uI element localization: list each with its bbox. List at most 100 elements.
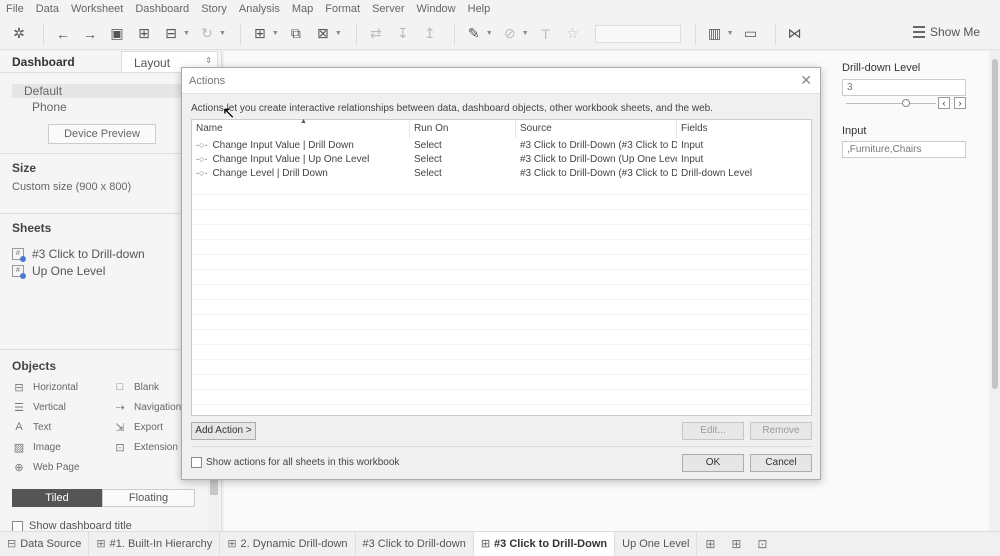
device-preview-button[interactable]: Device Preview	[48, 124, 156, 144]
menu-map[interactable]: Map	[292, 3, 313, 15]
toolbar-separator	[355, 22, 357, 45]
sheet-item[interactable]: # Up One Level	[12, 264, 105, 279]
show-all-checkbox[interactable]	[191, 457, 202, 468]
menu-dashboard[interactable]: Dashboard	[135, 3, 189, 15]
share-icon[interactable]: ⋈	[784, 23, 806, 45]
tab-dashboard[interactable]: Dashboard	[0, 51, 121, 72]
chevron-down-icon[interactable]: ▼	[183, 30, 190, 37]
tab-sheet[interactable]: ⊞ 2. Dynamic Drill-down	[220, 531, 356, 556]
tab-data-source[interactable]: ⊟ Data Source	[0, 531, 90, 556]
edit-button[interactable]: Edit...	[682, 422, 744, 440]
table-row[interactable]: -○- Change Input Value | Up One Level Sel…	[192, 153, 811, 167]
chevron-left-icon[interactable]: ‹	[938, 97, 950, 109]
tableau-logo-icon[interactable]: ✲	[8, 23, 30, 45]
slider-knob[interactable]	[902, 99, 910, 107]
swap-icon[interactable]: ⇄	[365, 23, 387, 45]
object-extension[interactable]: ⊡ Extension	[113, 441, 178, 454]
tab-layout-label: Layout	[134, 56, 171, 70]
tab-sheet[interactable]: #3 Click to Drill-down	[356, 531, 474, 556]
tiled-button[interactable]: Tiled	[12, 489, 102, 507]
drill-level-input[interactable]: 3	[842, 79, 966, 96]
remove-button[interactable]: Remove	[750, 422, 812, 440]
device-phone[interactable]: Phone	[32, 100, 67, 114]
undo-icon[interactable]: ←	[52, 23, 74, 45]
menu-server[interactable]: Server	[372, 3, 404, 15]
chevron-down-icon[interactable]: ▼	[486, 30, 493, 37]
menu-data[interactable]: Data	[36, 3, 59, 15]
show-me-button[interactable]: Show Me	[912, 25, 980, 39]
tab-label: Up One Level	[622, 537, 690, 550]
tab-sheet[interactable]: ⊞ #1. Built-In Hierarchy	[89, 531, 221, 556]
chevron-down-icon[interactable]: ▼	[219, 30, 226, 37]
tab-label: #3 Click to Drill-Down	[494, 537, 608, 550]
chevron-down-icon[interactable]: ▼	[272, 30, 279, 37]
duplicate-sheet-icon[interactable]: ⧉	[285, 23, 307, 45]
drill-level-slider[interactable]: ‹ ›	[842, 97, 966, 111]
show-cards-icon[interactable]: ▥	[704, 23, 726, 45]
floating-button[interactable]: Floating	[102, 489, 195, 507]
tab-dashboard-active[interactable]: ⊞ #3 Click to Drill-Down	[473, 531, 616, 556]
column-header-run-on[interactable]: Run On	[410, 120, 516, 138]
scrollbar-thumb[interactable]	[992, 59, 998, 389]
tab-label: Data Source	[20, 537, 82, 550]
close-icon[interactable]: ✕	[800, 72, 812, 89]
cancel-button[interactable]: Cancel	[750, 454, 812, 472]
object-horizontal[interactable]: ⊟ Horizontal	[12, 381, 78, 394]
chevron-down-icon[interactable]: ▼	[335, 30, 342, 37]
menu-file[interactable]: File	[6, 3, 24, 15]
column-header-source[interactable]: Source	[516, 120, 677, 138]
menu-help[interactable]: Help	[468, 3, 491, 15]
show-all-sheets-option[interactable]: Show actions for all sheets in this work…	[191, 457, 399, 468]
add-action-button[interactable]: Add Action >	[191, 422, 256, 440]
presentation-icon[interactable]: ▭	[740, 23, 762, 45]
save-icon[interactable]: ▣	[106, 23, 128, 45]
new-story-icon[interactable]: ⊡	[749, 537, 775, 551]
column-header-fields[interactable]: Fields	[677, 120, 811, 138]
device-default[interactable]: Default	[12, 84, 208, 98]
show-title-checkbox[interactable]	[12, 520, 23, 532]
menu-window[interactable]: Window	[417, 3, 456, 15]
divider	[0, 349, 208, 350]
chevron-right-icon[interactable]: ›	[954, 97, 966, 109]
group-icon[interactable]: ⊘	[499, 23, 521, 45]
new-worksheet-icon[interactable]: ⊞	[697, 537, 723, 551]
menu-format[interactable]: Format	[325, 3, 360, 15]
object-blank[interactable]: □ Blank	[113, 381, 159, 393]
pause-updates-icon[interactable]: ⊟	[160, 23, 182, 45]
sheet-item[interactable]: # #3 Click to Drill-down	[12, 247, 145, 262]
object-navigation[interactable]: ⇢ Navigation	[113, 401, 181, 414]
object-label: Web Page	[33, 462, 80, 473]
sheet-tabs-bar: ⊟ Data Source ⊞ #1. Built-In Hierarchy ⊞ 2.…	[0, 531, 1000, 556]
redo-icon[interactable]: →	[79, 23, 101, 45]
clear-sheet-icon[interactable]: ⊠	[312, 23, 334, 45]
tab-sheet[interactable]: Up One Level	[615, 531, 698, 556]
sort-descending-icon[interactable]: ↥	[419, 23, 441, 45]
pin-icon[interactable]: ☆	[562, 23, 584, 45]
object-vertical[interactable]: ☰ Vertical	[12, 401, 66, 414]
object-text[interactable]: A Text	[12, 421, 51, 433]
menu-worksheet[interactable]: Worksheet	[71, 3, 123, 15]
object-image[interactable]: ▨ Image	[12, 441, 61, 454]
ok-button[interactable]: OK	[682, 454, 744, 472]
table-row[interactable]: -○- Change Input Value | Drill Down Selec…	[192, 139, 811, 153]
size-value[interactable]: Custom size (900 x 800)	[12, 181, 131, 193]
refresh-icon[interactable]: ↻	[196, 23, 218, 45]
sort-ascending-icon[interactable]: ↧	[392, 23, 414, 45]
object-export[interactable]: ⇲ Export	[113, 421, 163, 434]
sheet-icon: #	[12, 265, 26, 279]
fit-dropdown[interactable]	[594, 24, 681, 43]
input-field[interactable]: ,Furniture,Chairs	[842, 141, 966, 158]
chevron-down-icon[interactable]: ▼	[522, 30, 529, 37]
object-web-page[interactable]: ⊕ Web Page	[12, 461, 80, 474]
highlight-icon[interactable]: ✎	[463, 23, 485, 45]
menu-analysis[interactable]: Analysis	[239, 3, 280, 15]
menu-story[interactable]: Story	[201, 3, 227, 15]
labels-icon[interactable]: T	[535, 23, 557, 45]
new-data-source-icon[interactable]: ⊞	[133, 23, 155, 45]
new-dashboard-icon[interactable]: ⊞	[723, 537, 749, 551]
new-worksheet-icon[interactable]: ⊞	[249, 23, 271, 45]
object-label: Export	[134, 422, 163, 433]
canvas-scrollbar[interactable]	[990, 51, 1000, 531]
chevron-down-icon[interactable]: ▼	[727, 30, 734, 37]
table-row[interactable]: -○- Change Level | Drill Down Select #3 C…	[192, 167, 811, 181]
